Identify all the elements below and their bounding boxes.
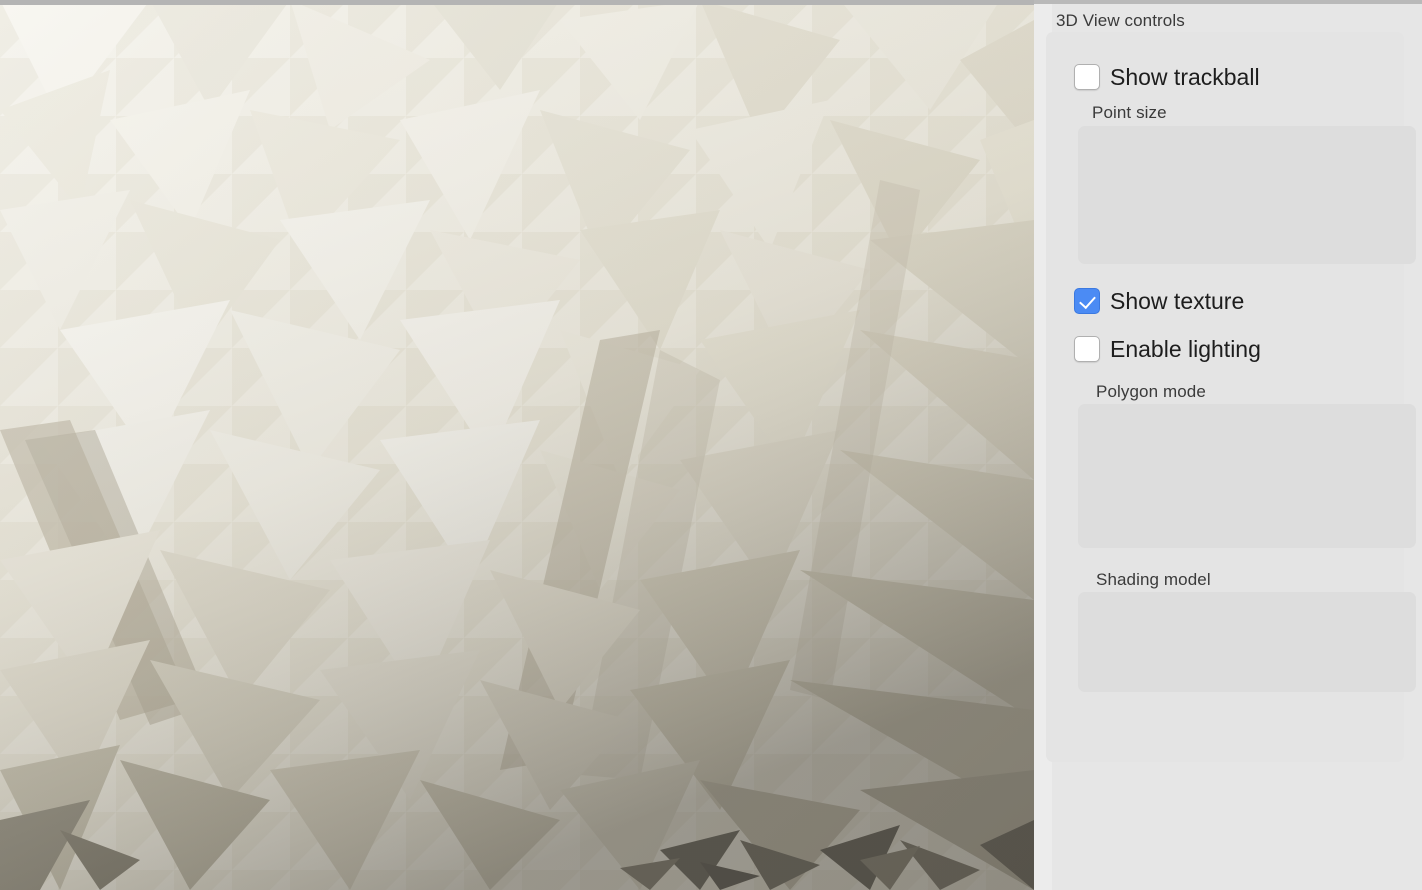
application-window: 3D View controls Show trackball Point si… xyxy=(0,0,1422,890)
viewport-top-border xyxy=(0,0,1034,5)
low-poly-mesh-render xyxy=(0,0,1034,890)
show-trackball-label: Show trackball xyxy=(1110,64,1260,90)
point-size-group-title: Point size xyxy=(1092,103,1167,122)
3d-mesh-viewport[interactable] xyxy=(0,0,1034,890)
3d-view-controls-panel: 3D View controls Show trackball Point si… xyxy=(1034,0,1422,890)
polygon-mode-group-title: Polygon mode xyxy=(1096,382,1206,401)
shading-model-group-title: Shading model xyxy=(1096,570,1211,589)
enable-lighting-checkbox-row[interactable]: Enable lighting xyxy=(1074,334,1261,364)
shading-model-group-body xyxy=(1078,592,1416,692)
point-size-group-body xyxy=(1078,126,1416,264)
show-texture-label: Show texture xyxy=(1110,288,1245,314)
enable-lighting-label: Enable lighting xyxy=(1110,336,1261,362)
checkbox-checked-icon[interactable] xyxy=(1074,288,1100,314)
polygon-mode-group-body xyxy=(1078,404,1416,548)
show-trackball-checkbox-row[interactable]: Show trackball xyxy=(1074,62,1260,92)
show-texture-checkbox-row[interactable]: Show texture xyxy=(1074,286,1244,316)
checkbox-unchecked-icon[interactable] xyxy=(1074,64,1100,90)
checkbox-unchecked-icon[interactable] xyxy=(1074,336,1100,362)
panel-group-title: 3D View controls xyxy=(1056,11,1185,30)
